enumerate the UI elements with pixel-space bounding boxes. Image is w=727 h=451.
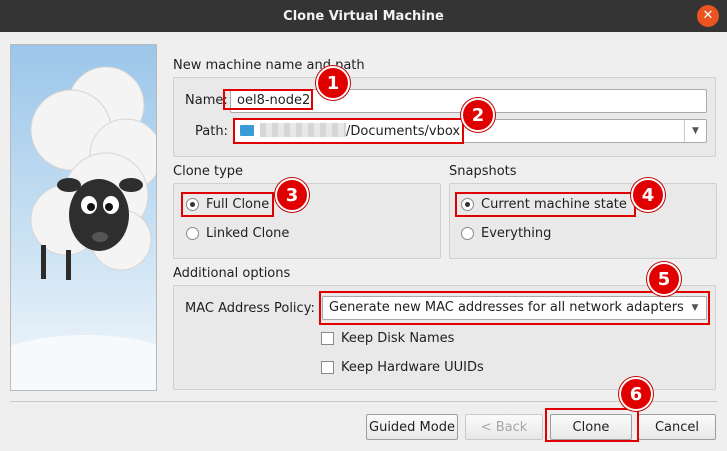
checkbox-keep-hardware-uuids[interactable]: Keep Hardware UUIDs (321, 360, 484, 375)
close-icon[interactable]: ✕ (697, 5, 719, 27)
radio-full-clone[interactable]: Full Clone (186, 197, 269, 212)
additional-options-title: Additional options (173, 266, 291, 281)
window-title: Clone Virtual Machine (283, 8, 444, 24)
radio-label: Full Clone (206, 197, 270, 212)
chevron-down-icon[interactable]: ▼ (684, 120, 706, 142)
snapshots-group (449, 183, 717, 259)
checkbox-label: Keep Hardware UUIDs (341, 360, 484, 375)
annotation-badge-5: 5 (647, 262, 681, 296)
chevron-down-icon[interactable]: ▼ (684, 297, 706, 319)
mac-policy-combobox[interactable]: Generate new MAC addresses for all netwo… (322, 296, 707, 320)
path-value: /Documents/vbox (346, 124, 461, 139)
annotation-badge-4: 4 (631, 178, 665, 212)
checkbox-keep-disk-names[interactable]: Keep Disk Names (321, 331, 454, 346)
checkbox-label: Keep Disk Names (341, 331, 455, 346)
radio-button[interactable] (461, 198, 474, 211)
clone-button[interactable]: Clone (550, 414, 632, 440)
back-button[interactable]: < Back (465, 414, 543, 440)
radio-current-state[interactable]: Current machine state (461, 197, 627, 212)
radio-label: Linked Clone (206, 226, 290, 241)
redacted-path-segment (260, 123, 346, 137)
sheep-illustration (10, 44, 157, 391)
radio-label: Current machine state (481, 197, 627, 212)
radio-everything[interactable]: Everything (461, 226, 551, 241)
mac-policy-value: Generate new MAC addresses for all netwo… (329, 300, 684, 315)
folder-icon (240, 125, 254, 136)
radio-button[interactable] (186, 198, 199, 211)
checkbox[interactable] (321, 332, 334, 345)
annotation-badge-3: 3 (275, 178, 309, 212)
title-bar: Clone Virtual Machine ✕ (0, 0, 727, 32)
radio-button[interactable] (186, 227, 199, 240)
radio-linked-clone[interactable]: Linked Clone (186, 226, 289, 241)
clone-type-title: Clone type (173, 164, 244, 179)
checkbox[interactable] (321, 361, 334, 374)
path-label: Path: (195, 124, 228, 139)
annotation-badge-1: 1 (316, 66, 350, 100)
cancel-button[interactable]: Cancel (638, 414, 716, 440)
radio-label: Everything (481, 226, 552, 241)
annotation-badge-6: 6 (619, 377, 653, 411)
separator (10, 401, 717, 402)
annotation-badge-2: 2 (461, 98, 495, 132)
mac-policy-label: MAC Address Policy: (185, 301, 315, 316)
guided-mode-button[interactable]: Guided Mode (366, 414, 458, 440)
snapshots-title: Snapshots (449, 164, 517, 179)
name-label: Name: (185, 93, 228, 108)
radio-button[interactable] (461, 227, 474, 240)
